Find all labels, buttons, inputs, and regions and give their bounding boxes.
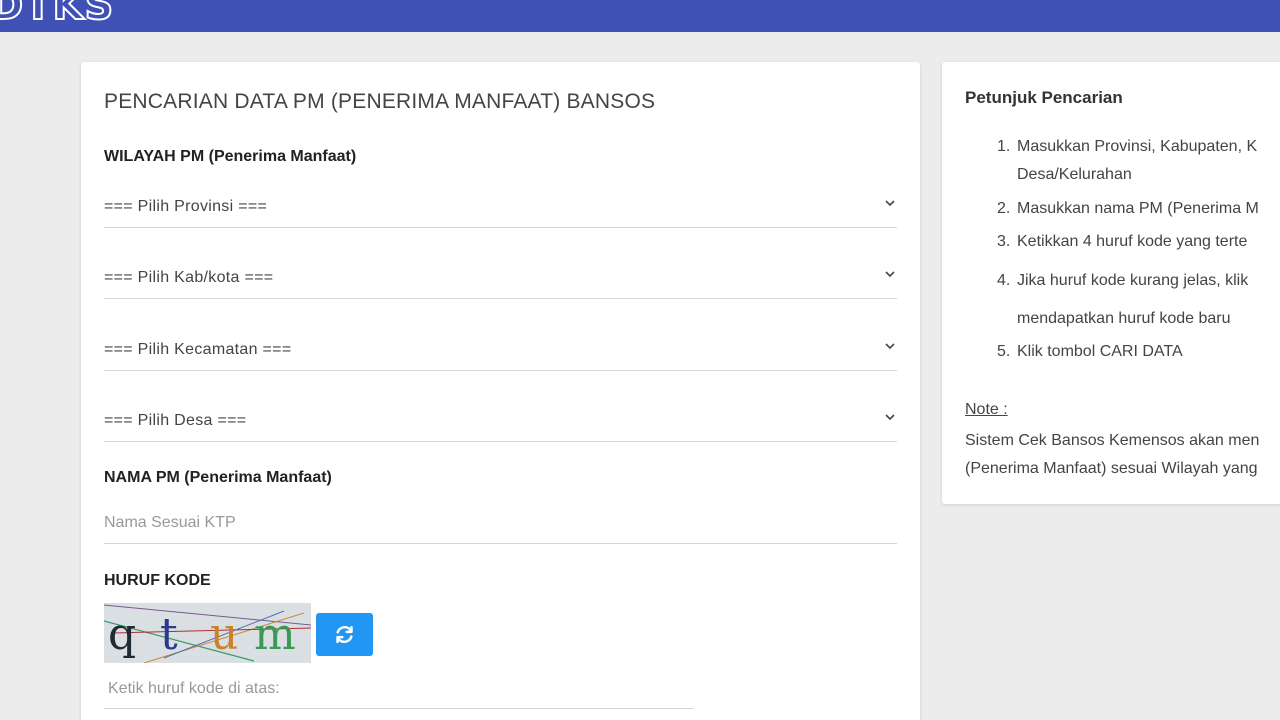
help-step-4: 4. Jika huruf kode kurang jelas, klik (997, 272, 1249, 289)
chevron-down-icon (885, 200, 895, 207)
help-title: Petunjuk Pencarian (965, 88, 1123, 107)
note-text: Sistem Cek Bansos Kemensos akan men (Pen… (965, 432, 1260, 477)
nama-label: NAMA PM (Penerima Manfaat) (104, 469, 332, 486)
nama-input[interactable] (104, 502, 897, 544)
top-navbar: DTKS (0, 0, 1280, 32)
refresh-icon (336, 625, 353, 644)
search-form-card: PENCARIAN DATA PM (PENERIMA MANFAAT) BAN… (81, 62, 920, 720)
wilayah-label: WILAYAH PM (Penerima Manfaat) (104, 148, 357, 165)
help-step-2: 2. Masukkan nama PM (Penerima M (997, 200, 1259, 217)
help-step-1: 1. Masukkan Provinsi, Kabupaten, K (997, 138, 1258, 155)
site-logo[interactable]: DTKS (0, 0, 114, 29)
kabkota-select-value: === Pilih Kab/kota === (104, 269, 274, 286)
help-step-1-cont: Desa/Kelurahan (1017, 166, 1132, 183)
chevron-down-icon (885, 414, 895, 421)
help-step-4-cont: mendapatkan huruf kode baru (1017, 310, 1231, 327)
captcha-image: qtum (103, 603, 312, 664)
desa-select-value: === Pilih Desa === (104, 412, 247, 429)
help-step-3: 3. Ketikkan 4 huruf kode yang terte (997, 233, 1248, 250)
help-card: Petunjuk Pencarian 1. Masukkan Provinsi,… (942, 62, 1280, 504)
kabkota-select[interactable]: === Pilih Kab/kota === (104, 259, 897, 299)
note-label: Note : (965, 401, 1008, 418)
captcha-text: qtum (108, 609, 296, 660)
help-step-5: 5. Klik tombol CARI DATA (997, 343, 1183, 360)
provinsi-select-value: === Pilih Provinsi === (104, 198, 268, 215)
chevron-down-icon (885, 343, 895, 350)
kecamatan-select-value: === Pilih Kecamatan === (104, 341, 292, 358)
provinsi-select[interactable]: === Pilih Provinsi === (104, 188, 897, 228)
kecamatan-select[interactable]: === Pilih Kecamatan === (104, 331, 897, 371)
captcha-char: m (254, 609, 296, 660)
captcha-char: t (160, 609, 178, 660)
refresh-captcha-button[interactable] (316, 613, 373, 656)
desa-select[interactable]: === Pilih Desa === (104, 402, 897, 442)
captcha-char: q (108, 609, 136, 660)
form-title: PENCARIAN DATA PM (PENERIMA MANFAAT) BAN… (104, 90, 656, 113)
chevron-down-icon (885, 271, 895, 278)
captcha-input[interactable] (104, 669, 694, 709)
captcha-char: u (210, 609, 238, 660)
huruf-kode-label: HURUF KODE (104, 572, 211, 589)
